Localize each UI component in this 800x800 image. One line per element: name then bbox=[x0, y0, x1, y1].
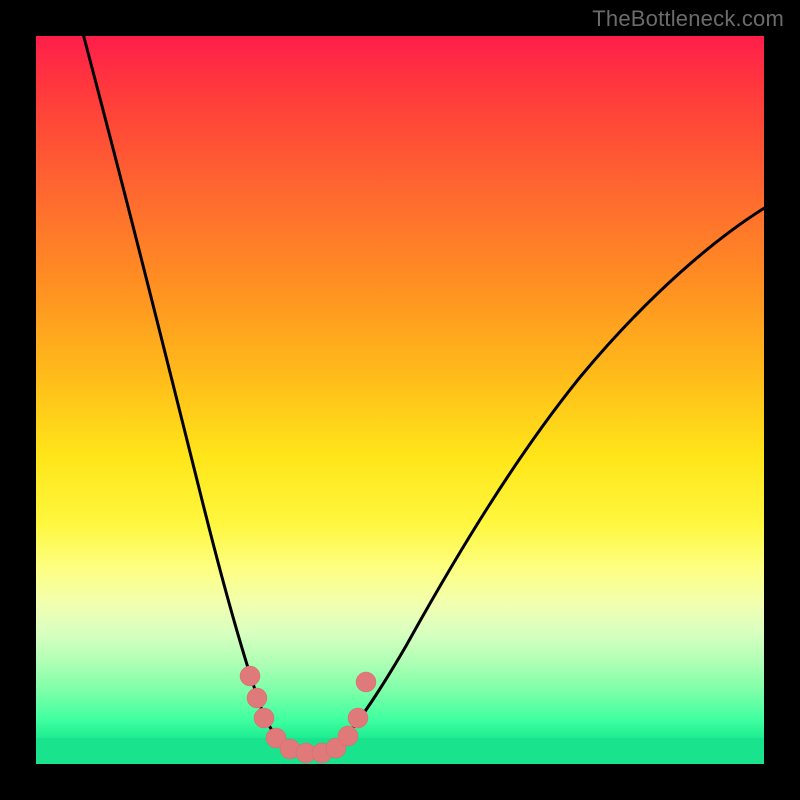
marker-dot bbox=[356, 672, 376, 692]
dip-markers-group bbox=[240, 666, 376, 763]
marker-dot bbox=[254, 708, 274, 728]
curve-left bbox=[81, 36, 294, 752]
chart-svg bbox=[36, 36, 764, 764]
marker-dot bbox=[240, 666, 260, 686]
chart-frame: TheBottleneck.com bbox=[0, 0, 800, 800]
marker-dot bbox=[247, 688, 267, 708]
marker-dot bbox=[348, 708, 368, 728]
plot-area bbox=[36, 36, 764, 764]
marker-dot bbox=[338, 726, 358, 746]
watermark-text: TheBottleneck.com bbox=[592, 6, 784, 32]
curve-right bbox=[328, 201, 764, 754]
